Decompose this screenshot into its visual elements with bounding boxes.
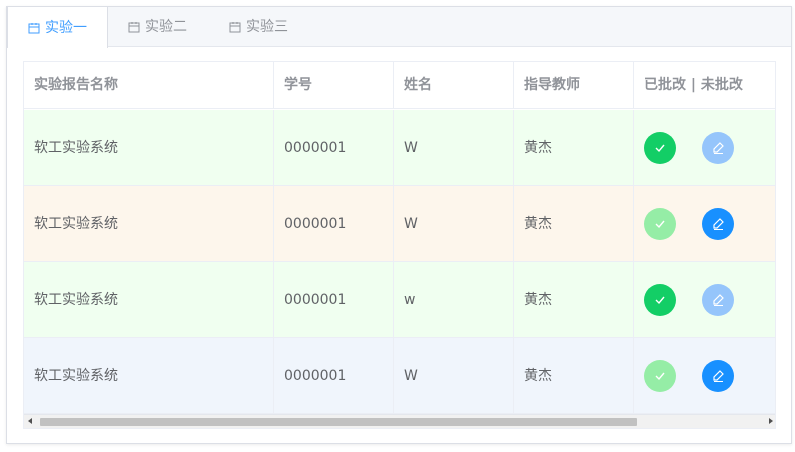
table-row: 软工实验系统 0000001 w 黄杰 — [24, 262, 775, 338]
tab-label: 实验三 — [246, 19, 288, 35]
edit-icon — [713, 370, 724, 382]
tab-label: 实验二 — [145, 19, 187, 35]
report-table: 实验报告名称 学号 姓名 指导教师 已批改 | 未批改 软工实验系统 000000… — [23, 61, 776, 429]
header-student-name: 姓名 — [394, 62, 514, 109]
cell-student-id: 0000001 — [274, 262, 394, 338]
cell-report-name: 软工实验系统 — [24, 186, 274, 262]
tab-experiment-1[interactable]: 实验一 — [7, 7, 108, 48]
ungraded-button[interactable] — [702, 132, 734, 164]
tab-label: 实验一 — [45, 19, 87, 36]
calendar-icon — [128, 22, 140, 33]
header-status: 已批改 | 未批改 — [644, 77, 743, 93]
scroll-thumb[interactable] — [40, 418, 637, 426]
ungraded-button[interactable] — [702, 360, 734, 392]
graded-button[interactable] — [644, 132, 676, 164]
cell-student-name: w — [394, 262, 514, 338]
table-row: 软工实验系统 0000001 W 黄杰 — [24, 110, 775, 186]
cell-teacher: 黄杰 — [514, 186, 634, 262]
check-icon — [655, 296, 665, 305]
cell-student-id: 0000001 — [274, 338, 394, 414]
graded-button[interactable] — [644, 284, 676, 316]
cell-student-name: W — [394, 186, 514, 262]
tabs-header: 实验一 实验二 实验三 — [7, 7, 791, 48]
graded-button[interactable] — [644, 360, 676, 392]
cell-report-name: 软工实验系统 — [24, 338, 274, 414]
tabs-card: 实验一 实验二 实验三 实验报告名称 学号 姓名 指导教师 已批改 | 未批改 … — [6, 6, 792, 444]
cell-teacher: 黄杰 — [514, 338, 634, 414]
ungraded-button[interactable] — [702, 208, 734, 240]
scroll-left-icon[interactable] — [28, 418, 32, 424]
header-report-name: 实验报告名称 — [24, 62, 274, 109]
cell-status-actions — [634, 110, 775, 186]
tab-experiment-3[interactable]: 实验三 — [209, 7, 308, 47]
cell-status-actions — [634, 186, 775, 262]
cell-teacher: 黄杰 — [514, 262, 634, 338]
table-row: 软工实验系统 0000001 W 黄杰 — [24, 186, 775, 262]
ungraded-button[interactable] — [702, 284, 734, 316]
calendar-icon — [229, 22, 241, 33]
scroll-right-icon[interactable] — [769, 418, 773, 424]
cell-student-name: W — [394, 338, 514, 414]
check-icon — [655, 144, 665, 153]
header-teacher: 指导教师 — [514, 62, 634, 109]
tab-experiment-2[interactable]: 实验二 — [108, 7, 207, 47]
cell-teacher: 黄杰 — [514, 110, 634, 186]
cell-student-name: W — [394, 110, 514, 186]
cell-report-name: 软工实验系统 — [24, 110, 274, 186]
edit-icon — [713, 218, 724, 230]
horizontal-scrollbar[interactable] — [24, 414, 775, 428]
calendar-icon — [28, 22, 40, 33]
header-student-id: 学号 — [274, 62, 394, 109]
table-header: 实验报告名称 学号 姓名 指导教师 已批改 | 未批改 — [24, 62, 775, 109]
edit-icon — [713, 294, 724, 306]
check-icon — [655, 372, 665, 381]
table-row: 软工实验系统 0000001 W 黄杰 — [24, 338, 775, 414]
graded-button[interactable] — [644, 208, 676, 240]
edit-icon — [713, 142, 724, 154]
cell-report-name: 软工实验系统 — [24, 262, 274, 338]
cell-status-actions — [634, 262, 775, 338]
cell-student-id: 0000001 — [274, 186, 394, 262]
cell-status-actions — [634, 338, 775, 414]
check-icon — [655, 220, 665, 229]
cell-student-id: 0000001 — [274, 110, 394, 186]
